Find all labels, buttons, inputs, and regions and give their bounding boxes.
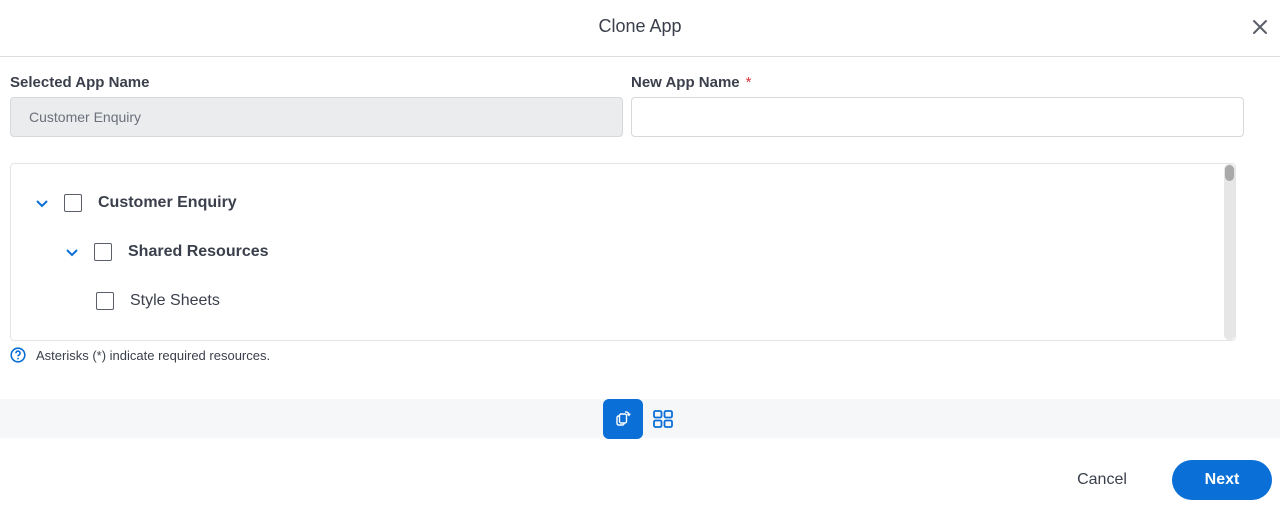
cancel-button[interactable]: Cancel (1064, 462, 1140, 498)
tree-item-shared-resources: Shared Resources (64, 241, 269, 263)
tree-scrollbar[interactable] (1224, 164, 1235, 340)
tree-item-style-sheets: Style Sheets (96, 290, 220, 312)
tree-item-customer-enquiry: Customer Enquiry (34, 192, 237, 214)
tree-item-label: Customer Enquiry (98, 194, 237, 211)
clone-icon (616, 411, 631, 426)
clone-view-button[interactable] (603, 399, 643, 439)
tree-checkbox[interactable] (96, 292, 114, 310)
tree-item-label: Shared Resources (128, 243, 269, 260)
new-app-name-input[interactable] (631, 97, 1244, 137)
required-hint: Asterisks (*) indicate required resource… (10, 347, 270, 363)
tree-checkbox[interactable] (64, 194, 82, 212)
grid-icon (653, 410, 673, 428)
selected-app-name-label: Selected App Name (10, 74, 150, 91)
selected-app-name-label-text: Selected App Name (10, 74, 150, 91)
grid-view-button[interactable] (643, 399, 683, 439)
close-icon[interactable] (1248, 15, 1272, 39)
new-app-name-label-text: New App Name (631, 74, 740, 91)
chevron-down-icon[interactable] (64, 244, 80, 260)
tree-item-label: Style Sheets (130, 292, 220, 309)
dialog-title: Clone App (598, 16, 682, 36)
hint-text: Asterisks (*) indicate required resource… (36, 347, 271, 363)
tree-scrollbar-thumb[interactable] (1225, 165, 1234, 181)
selected-app-name-field: Customer Enquiry (10, 97, 623, 137)
dialog-header: Clone App (0, 0, 1280, 57)
new-app-name-label: New App Name * (631, 74, 751, 91)
required-marker: * (745, 74, 752, 91)
next-button[interactable]: Next (1172, 460, 1272, 500)
help-circle-icon (10, 347, 26, 363)
chevron-down-icon[interactable] (34, 195, 50, 211)
tree-checkbox[interactable] (94, 243, 112, 261)
